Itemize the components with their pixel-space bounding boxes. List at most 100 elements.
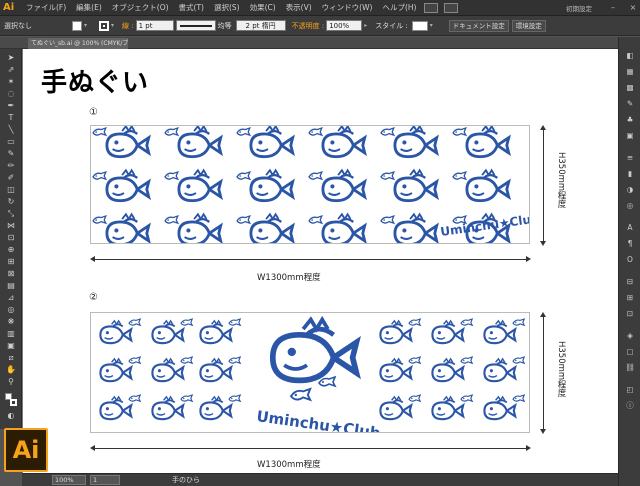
- width-dimension-line: [92, 448, 528, 449]
- menu-window[interactable]: ウィンドウ(W): [317, 2, 378, 13]
- swatches-icon[interactable]: ▩: [624, 83, 636, 93]
- eyedropper-tool-icon[interactable]: ⊿: [5, 293, 17, 303]
- zoom-field[interactable]: 100%: [52, 475, 86, 485]
- pencil-tool-icon[interactable]: ✏: [5, 161, 17, 171]
- small-fish-motif: [228, 318, 242, 327]
- preferences-button[interactable]: 環境設定: [511, 19, 546, 32]
- artboards-panel-icon[interactable]: ▢: [624, 347, 636, 357]
- menu-file[interactable]: ファイル(F): [21, 2, 71, 13]
- stroke-swatch[interactable]: [99, 20, 109, 31]
- workspace-switcher[interactable]: 初期設定: [556, 3, 592, 13]
- small-fish-motif: [512, 394, 526, 403]
- stroke-panel-icon[interactable]: ≡: [624, 153, 636, 163]
- character-panel-icon[interactable]: A: [624, 223, 636, 233]
- menu-select[interactable]: 選択(S): [209, 2, 245, 13]
- control-bar: 選択なし ▾ ▾ 線 : 1 pt 均等 2 pt 楕円 不透明度 : 100%…: [0, 16, 640, 36]
- navigator-icon[interactable]: ◰: [624, 385, 636, 395]
- document-tab[interactable]: てぬぐい_sb.ai @ 100% (CMYK/プレビュー): [28, 38, 128, 49]
- mesh-tool-icon[interactable]: ⊠: [5, 269, 17, 279]
- artboard-navigation-field[interactable]: 1: [90, 475, 120, 485]
- drawing-mode-icon[interactable]: ◐: [5, 411, 17, 421]
- links-panel-icon[interactable]: ⛓: [624, 363, 636, 373]
- magic-wand-tool-icon[interactable]: ✶: [5, 77, 17, 87]
- opacity-label[interactable]: 不透明度 :: [292, 21, 325, 31]
- stroke-weight-field[interactable]: 1 pt: [135, 20, 174, 31]
- arrow-left-icon: [90, 445, 95, 451]
- transform-panel-icon[interactable]: ⊡: [624, 309, 636, 319]
- brushes-icon[interactable]: ✎: [624, 99, 636, 109]
- stroke-profile-preview[interactable]: [175, 20, 216, 31]
- stroke-color-icon[interactable]: [10, 399, 17, 406]
- rectangle-tool-icon[interactable]: ▭: [5, 137, 17, 147]
- symbols-icon[interactable]: ♣: [624, 115, 636, 125]
- menu-object[interactable]: オブジェクト(O): [107, 2, 174, 13]
- paragraph-panel-icon[interactable]: ¶: [624, 239, 636, 249]
- slice-tool-icon[interactable]: ⧄: [5, 353, 17, 363]
- graphic-styles-icon[interactable]: ▣: [624, 131, 636, 141]
- small-fish-motif: [228, 356, 242, 365]
- eraser-tool-icon[interactable]: ◫: [5, 185, 17, 195]
- menu-edit[interactable]: 編集(E): [71, 2, 107, 13]
- width-tool-icon[interactable]: ⋈: [5, 221, 17, 231]
- pen-tool-icon[interactable]: ✒: [5, 101, 17, 111]
- close-icon[interactable]: ×: [628, 3, 638, 12]
- info-panel-icon[interactable]: ⓘ: [624, 401, 636, 411]
- style-swatch[interactable]: [411, 20, 428, 31]
- chevron-down-icon[interactable]: ▾: [430, 21, 437, 31]
- free-transform-tool-icon[interactable]: ⊡: [5, 233, 17, 243]
- blend-tool-icon[interactable]: ◎: [5, 305, 17, 315]
- stroke-label[interactable]: 線 :: [122, 21, 134, 31]
- menu-effect[interactable]: 効果(C): [245, 2, 281, 13]
- selection-tool-icon[interactable]: ➤: [5, 53, 17, 63]
- layers-panel-icon[interactable]: ◈: [624, 331, 636, 341]
- gradient-tool-icon[interactable]: ▤: [5, 281, 17, 291]
- bridge-icon[interactable]: [424, 2, 439, 13]
- line-tool-icon[interactable]: ╲: [5, 125, 17, 135]
- small-fish-motif: [180, 394, 194, 403]
- design-1-panel[interactable]: Uminchu★Club: [90, 125, 530, 244]
- artboard-tool-icon[interactable]: ▣: [5, 341, 17, 351]
- symbol-sprayer-tool-icon[interactable]: ❋: [5, 317, 17, 327]
- small-fish-motif: [380, 214, 396, 225]
- type-tool-icon[interactable]: T: [5, 113, 17, 123]
- chevron-down-icon[interactable]: ▾: [84, 21, 91, 31]
- document-settings-button[interactable]: ドキュメント設定: [448, 19, 509, 32]
- hand-tool-icon[interactable]: ✋: [5, 365, 17, 375]
- blob-brush-tool-icon[interactable]: ✐: [5, 173, 17, 183]
- artboard[interactable]: 手ぬぐい ① Uminchu★Club H350mm程度 W1300mm程度 ②…: [23, 49, 618, 473]
- minimize-icon[interactable]: –: [608, 3, 618, 12]
- color-guide-icon[interactable]: ▦: [624, 67, 636, 77]
- arrow-up-icon: [540, 312, 546, 317]
- chevron-right-icon[interactable]: ▸: [364, 21, 371, 31]
- small-fish-motif: [236, 170, 252, 181]
- menu-help[interactable]: ヘルプ(H): [377, 2, 421, 13]
- small-fish-motif: [128, 394, 142, 403]
- gradient-panel-icon[interactable]: ▮: [624, 169, 636, 179]
- align-panel-icon[interactable]: ⊟: [624, 277, 636, 287]
- arrange-documents-icon[interactable]: [444, 2, 459, 13]
- menu-type[interactable]: 書式(T): [174, 2, 209, 13]
- direct-selection-tool-icon[interactable]: ⇗: [5, 65, 17, 75]
- graph-tool-icon[interactable]: ▥: [5, 329, 17, 339]
- perspective-grid-tool-icon[interactable]: ⊞: [5, 257, 17, 267]
- paintbrush-tool-icon[interactable]: ✎: [5, 149, 17, 159]
- rotate-tool-icon[interactable]: ↻: [5, 197, 17, 207]
- fish-motif: [483, 319, 517, 345]
- opentype-icon[interactable]: O: [624, 255, 636, 265]
- pathfinder-icon[interactable]: ⊞: [624, 293, 636, 303]
- fill-swatch[interactable]: [72, 20, 82, 31]
- small-fish-motif: [408, 318, 422, 327]
- chevron-down-icon[interactable]: ▾: [111, 21, 118, 31]
- appearance-icon[interactable]: ◎: [624, 201, 636, 211]
- menu-view[interactable]: 表示(V): [281, 2, 317, 13]
- brush-field[interactable]: 2 pt 楕円: [235, 20, 286, 31]
- transparency-icon[interactable]: ◑: [624, 185, 636, 195]
- lasso-tool-icon[interactable]: ◌: [5, 89, 17, 99]
- zoom-tool-icon[interactable]: ⚲: [5, 377, 17, 387]
- color-panel-icon[interactable]: ◧: [624, 51, 636, 61]
- canvas-area[interactable]: 手ぬぐい ① Uminchu★Club H350mm程度 W1300mm程度 ②…: [22, 49, 618, 473]
- scale-tool-icon[interactable]: ⤡: [5, 209, 17, 219]
- shape-builder-tool-icon[interactable]: ⊕: [5, 245, 17, 255]
- opacity-field[interactable]: 100%: [326, 20, 363, 31]
- design-2-panel[interactable]: Uminchu★Club: [90, 312, 530, 433]
